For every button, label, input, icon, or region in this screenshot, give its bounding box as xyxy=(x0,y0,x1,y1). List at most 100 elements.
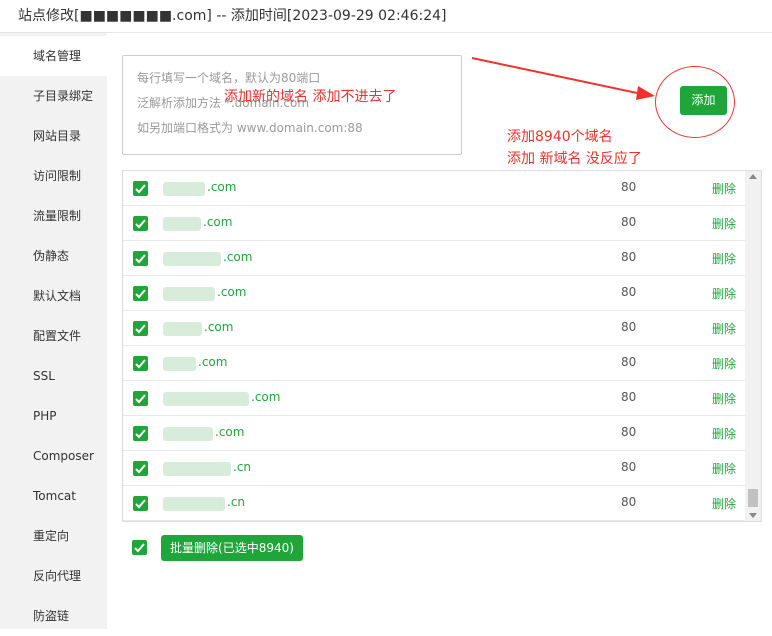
sidebar-item-tomcat[interactable]: Tomcat xyxy=(0,476,107,516)
sidebar-item-label: 访问限制 xyxy=(33,169,82,183)
redacted-domain xyxy=(163,322,202,336)
domain-name: .com xyxy=(198,355,228,369)
redacted-domain xyxy=(163,217,201,231)
table-row: .cn 80 删除 xyxy=(123,486,745,521)
delete-link[interactable]: 删除 xyxy=(712,460,736,477)
row-checkbox[interactable] xyxy=(133,181,148,196)
sidebar-item-redirect[interactable]: 重定向 xyxy=(0,516,107,556)
domain-name: .cn xyxy=(233,460,252,474)
domain-name: .com xyxy=(223,250,253,264)
scroll-up-icon[interactable] xyxy=(749,174,757,179)
domain-port: 80 xyxy=(621,355,637,369)
row-checkbox[interactable] xyxy=(133,321,148,336)
check-icon xyxy=(135,359,146,369)
sidebar: 域名管理 子目录绑定 网站目录 访问限制 流量限制 伪静态 默认文档 配置文件 … xyxy=(0,33,107,629)
check-icon xyxy=(135,394,146,404)
sidebar-item-label: 网站目录 xyxy=(33,129,82,143)
check-icon xyxy=(135,254,146,264)
row-checkbox[interactable] xyxy=(133,216,148,231)
sidebar-item-composer[interactable]: Composer xyxy=(0,436,107,476)
table-row: .com 80 删除 xyxy=(123,346,745,381)
sidebar-item-traffic-limit[interactable]: 流量限制 xyxy=(0,196,107,236)
domain-port: 80 xyxy=(621,215,637,229)
check-icon xyxy=(135,324,146,334)
delete-link[interactable]: 删除 xyxy=(712,425,736,442)
sidebar-item-label: 流量限制 xyxy=(33,209,82,223)
sidebar-item-label: 域名管理 xyxy=(33,49,82,63)
delete-link[interactable]: 删除 xyxy=(712,495,736,512)
delete-link[interactable]: 删除 xyxy=(712,320,736,337)
sidebar-item-reverse-proxy[interactable]: 反向代理 xyxy=(0,556,107,596)
placeholder-line: 每行填写一个域名，默认为80端口 xyxy=(137,71,321,85)
check-icon xyxy=(135,219,146,229)
sidebar-item-label: Composer xyxy=(33,449,94,463)
table-row: .com 80 删除 xyxy=(123,171,745,206)
domain-list: .com 80 删除 .com 80 删除 .com 80 删除 .com 80… xyxy=(122,170,762,522)
table-row: .cn 80 删除 xyxy=(123,451,745,486)
scrollbar-thumb[interactable] xyxy=(748,489,758,507)
row-checkbox[interactable] xyxy=(133,251,148,266)
sidebar-item-ssl[interactable]: SSL xyxy=(0,356,107,396)
table-row: .com 80 删除 xyxy=(123,311,745,346)
annotation-input-note: 添加新的域名 添加不进去了 xyxy=(224,89,397,105)
scroll-down-icon[interactable] xyxy=(749,513,757,518)
sidebar-item-php[interactable]: PHP xyxy=(0,396,107,436)
row-checkbox[interactable] xyxy=(133,496,148,511)
sidebar-item-label: 伪静态 xyxy=(33,249,70,263)
select-all-checkbox[interactable] xyxy=(132,540,147,555)
domain-port: 80 xyxy=(621,425,637,439)
list-scrollbar[interactable] xyxy=(745,171,761,521)
row-checkbox[interactable] xyxy=(133,461,148,476)
redacted-domain xyxy=(163,252,221,266)
domain-port: 80 xyxy=(621,460,637,474)
domain-name: .com xyxy=(217,285,247,299)
check-icon xyxy=(135,289,146,299)
check-icon xyxy=(135,464,146,474)
delete-link[interactable]: 删除 xyxy=(712,285,736,302)
sidebar-item-domain-management[interactable]: 域名管理 xyxy=(0,36,107,76)
delete-link[interactable]: 删除 xyxy=(712,180,736,197)
check-icon xyxy=(135,429,146,439)
delete-link[interactable]: 删除 xyxy=(712,390,736,407)
sidebar-item-label: 配置文件 xyxy=(33,329,82,343)
sidebar-item-label: SSL xyxy=(33,369,55,383)
row-checkbox[interactable] xyxy=(133,286,148,301)
sidebar-item-access-limit[interactable]: 访问限制 xyxy=(0,156,107,196)
table-row: .com 80 删除 xyxy=(123,381,745,416)
delete-link[interactable]: 删除 xyxy=(712,215,736,232)
domain-port: 80 xyxy=(621,390,637,404)
redacted-domain xyxy=(163,357,196,371)
delete-link[interactable]: 删除 xyxy=(712,355,736,372)
redacted-domain xyxy=(163,462,231,476)
domain-name: .com xyxy=(204,320,234,334)
table-row: .com 80 删除 xyxy=(123,416,745,451)
sidebar-item-label: Tomcat xyxy=(33,489,76,503)
check-icon xyxy=(135,499,146,509)
redacted-domain xyxy=(163,427,213,441)
check-icon xyxy=(134,543,145,553)
sidebar-item-default-doc[interactable]: 默认文档 xyxy=(0,276,107,316)
sidebar-item-hotlink-protection[interactable]: 防盗链 xyxy=(0,596,107,636)
domain-name: .com xyxy=(251,390,281,404)
domain-port: 80 xyxy=(621,285,637,299)
sidebar-item-label: 防盗链 xyxy=(33,609,70,623)
batch-delete-button[interactable]: 批量删除(已选中8940) xyxy=(161,535,303,561)
domain-port: 80 xyxy=(621,180,637,194)
add-domain-button[interactable]: 添加 xyxy=(680,86,727,115)
row-checkbox[interactable] xyxy=(133,356,148,371)
sidebar-item-site-directory[interactable]: 网站目录 xyxy=(0,116,107,156)
sidebar-item-subdirectory[interactable]: 子目录绑定 xyxy=(0,76,107,116)
domain-port: 80 xyxy=(621,495,637,509)
domain-name: .com xyxy=(207,180,237,194)
sidebar-item-rewrite[interactable]: 伪静态 xyxy=(0,236,107,276)
table-row: .com 80 删除 xyxy=(123,276,745,311)
row-checkbox[interactable] xyxy=(133,426,148,441)
redacted-domain xyxy=(163,392,249,406)
redacted-domain xyxy=(163,287,215,301)
table-row: .com 80 删除 xyxy=(123,206,745,241)
sidebar-item-config-file[interactable]: 配置文件 xyxy=(0,316,107,356)
delete-link[interactable]: 删除 xyxy=(712,250,736,267)
domain-name: .com xyxy=(203,215,233,229)
row-checkbox[interactable] xyxy=(133,391,148,406)
domain-port: 80 xyxy=(621,320,637,334)
